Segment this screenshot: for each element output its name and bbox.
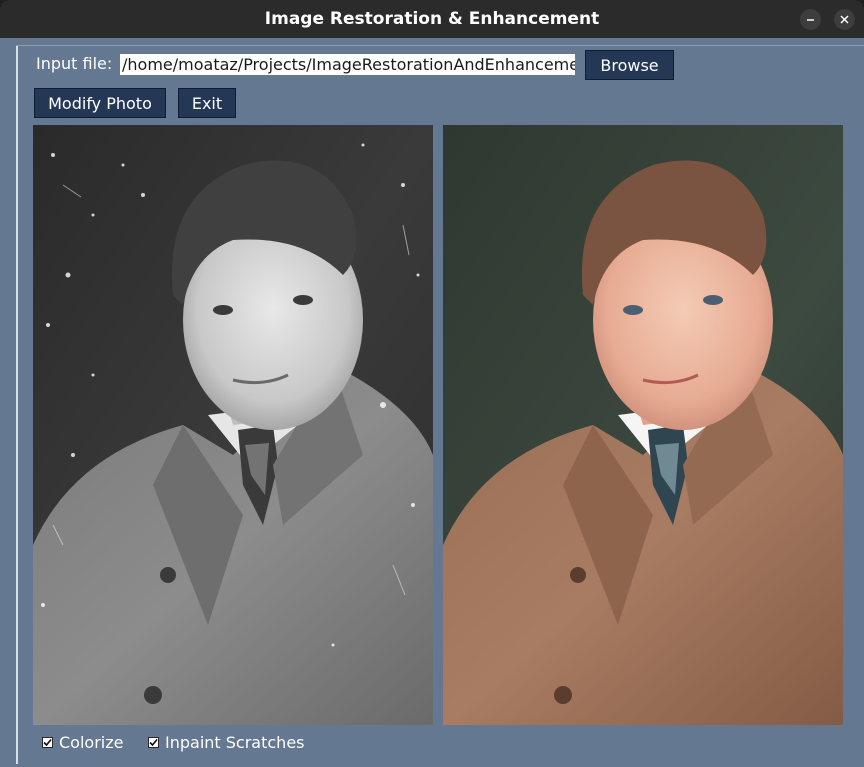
inpaint-label: Inpaint Scratches <box>165 733 305 752</box>
main-panel: Input file: /home/moataz/Projects/ImageR… <box>0 38 864 767</box>
modify-photo-button[interactable]: Modify Photo <box>34 88 166 118</box>
frame-border-top <box>16 45 864 46</box>
minimize-icon <box>807 19 814 21</box>
colorize-label: Colorize <box>59 733 124 752</box>
inpaint-checkbox-box[interactable] <box>148 737 159 748</box>
input-file-field[interactable]: /home/moataz/Projects/ImageRestorationAn… <box>120 54 575 75</box>
original-photo <box>33 125 433 725</box>
input-file-label: Input file: <box>36 54 113 73</box>
close-icon <box>840 15 849 24</box>
frame-border <box>16 45 18 764</box>
colorize-checkbox-box[interactable] <box>42 737 53 748</box>
colorize-checkbox[interactable]: Colorize <box>42 733 123 752</box>
window-title: Image Restoration & Enhancement <box>264 9 600 29</box>
restored-photo <box>443 125 843 725</box>
browse-button[interactable]: Browse <box>585 50 674 80</box>
check-icon <box>43 738 52 747</box>
close-button[interactable] <box>834 9 855 30</box>
exit-button[interactable]: Exit <box>178 88 236 118</box>
minimize-button[interactable] <box>800 9 821 30</box>
inpaint-scratches-checkbox[interactable]: Inpaint Scratches <box>148 733 305 752</box>
window-titlebar: Image Restoration & Enhancement <box>0 0 864 38</box>
check-icon <box>149 738 158 747</box>
